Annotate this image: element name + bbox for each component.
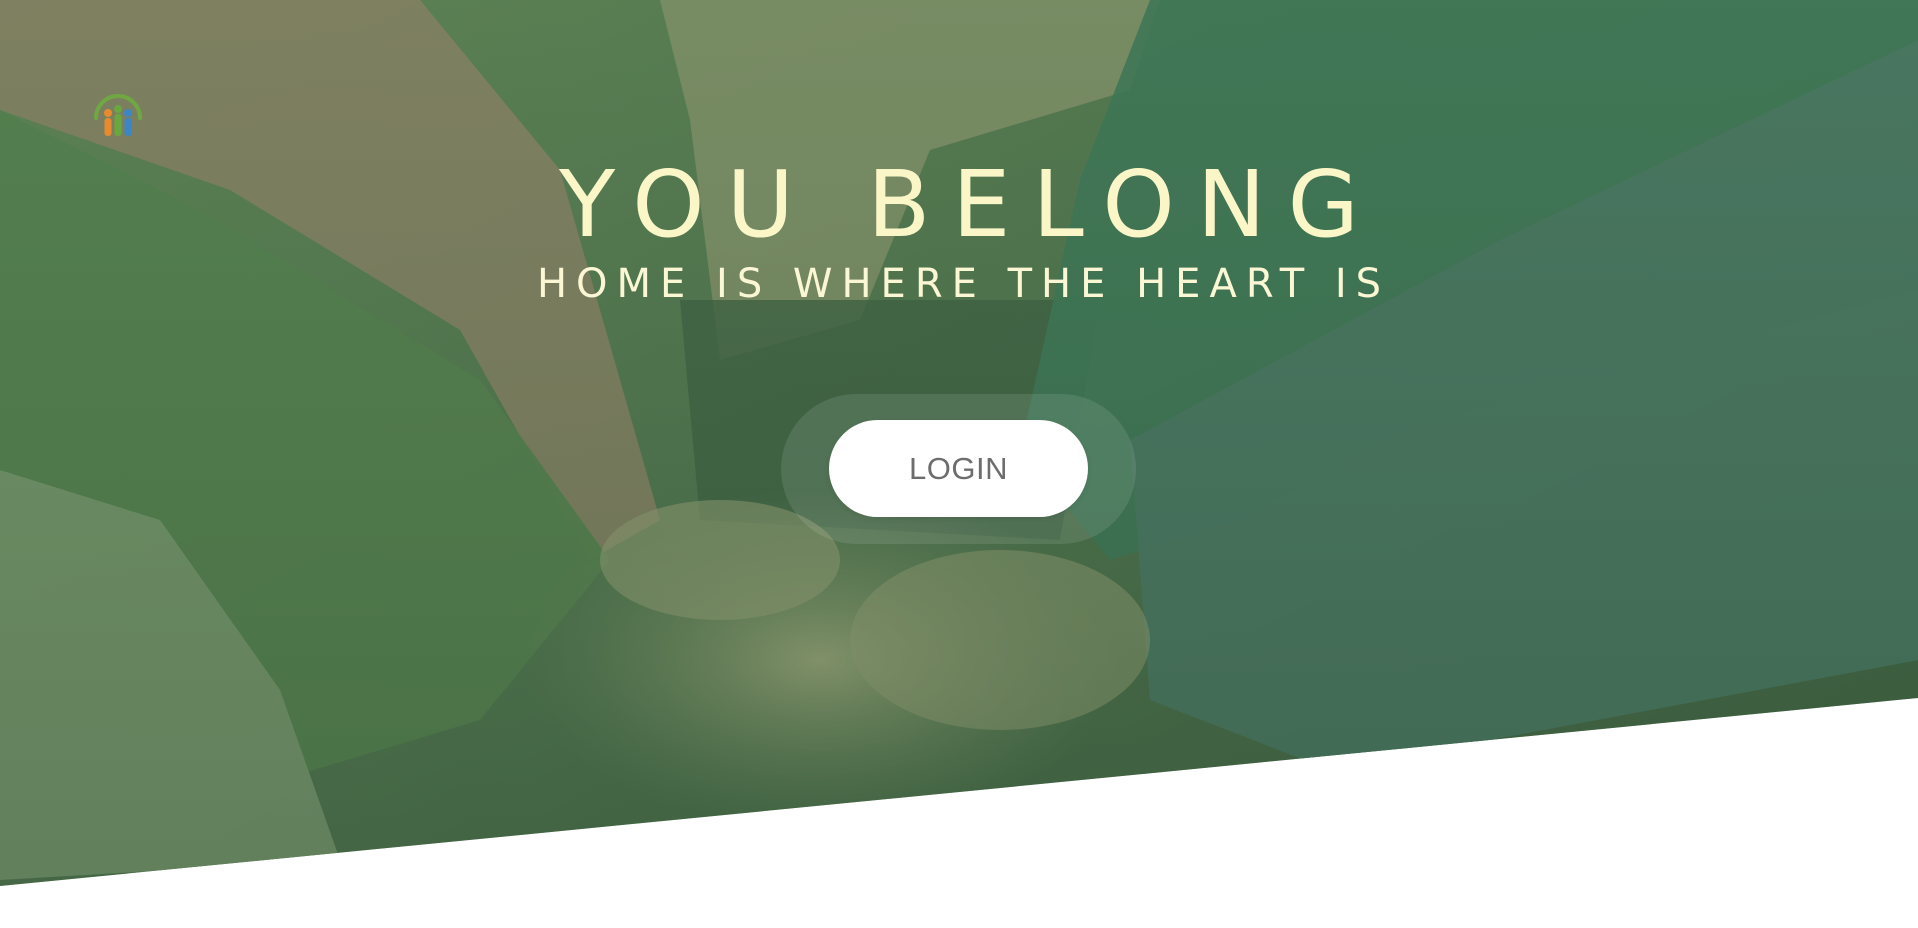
- hero-headline: YOU BELONG: [559, 151, 1381, 258]
- people-arc-logo-icon[interactable]: [90, 82, 146, 138]
- login-button[interactable]: LOGIN: [829, 420, 1088, 517]
- hero-section: YOU BELONG HOME IS WHERE THE HEART IS LO…: [0, 0, 1918, 928]
- hero-tagline: HOME IS WHERE THE HEART IS: [536, 261, 1391, 307]
